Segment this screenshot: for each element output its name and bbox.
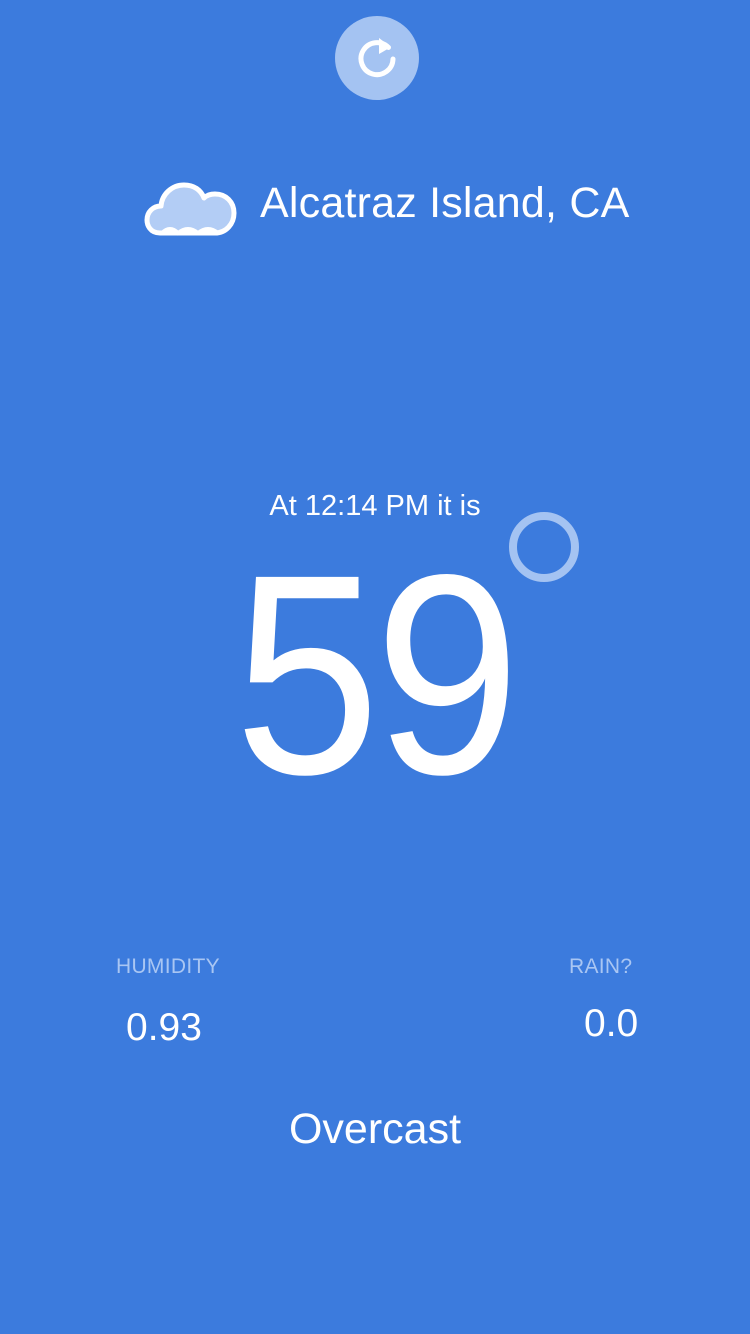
location-name: Alcatraz Island, CA [260, 179, 630, 227]
location-row: Alcatraz Island, CA [0, 165, 750, 247]
humidity-value: 0.93 [126, 1006, 202, 1049]
humidity-label: HUMIDITY [116, 955, 220, 978]
rain-value: 0.0 [584, 1002, 639, 1045]
weather-screen: Alcatraz Island, CA At 12:14 PM it is 59… [0, 0, 750, 1334]
temperature-number: 59 [234, 516, 521, 834]
temperature-value: 59 [0, 530, 750, 820]
degree-ring-icon [509, 512, 579, 582]
rain-label: RAIN? [569, 955, 633, 978]
cloud-icon [144, 182, 237, 236]
refresh-button[interactable] [335, 16, 419, 100]
refresh-icon [358, 38, 396, 78]
weather-summary: Overcast [288, 1105, 462, 1153]
